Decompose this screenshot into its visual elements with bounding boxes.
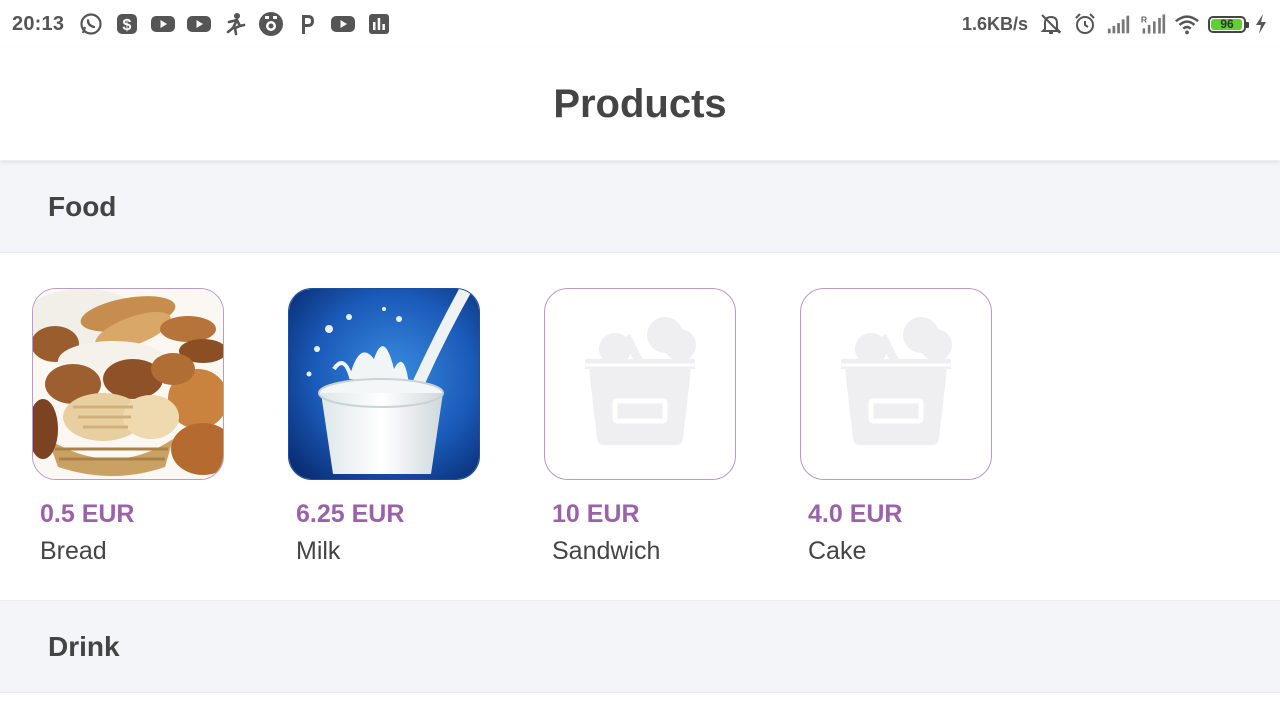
battery-level: 96 bbox=[1220, 16, 1234, 31]
fitness-icon bbox=[222, 11, 248, 37]
status-bar-right: 1.6KB/s R 96 bbox=[962, 11, 1280, 37]
product-name: Bread bbox=[40, 537, 107, 565]
product-card-sandwich[interactable]: 10 EUR Sandwich bbox=[544, 288, 736, 566]
stats-icon bbox=[366, 11, 392, 37]
product-image-sandwich[interactable] bbox=[544, 288, 736, 480]
mute-icon bbox=[1038, 11, 1064, 37]
section-title: Food bbox=[48, 190, 117, 222]
camera-icon bbox=[258, 11, 284, 37]
product-list: 0.5 EUR Bread 6.25 EUR Milk 10 EUR Sandw… bbox=[0, 254, 1280, 600]
placeholder-basket-icon bbox=[585, 317, 696, 445]
youtube-icon bbox=[150, 11, 176, 37]
product-price: 0.5 EUR bbox=[40, 500, 135, 528]
product-price: 10 EUR bbox=[552, 500, 640, 528]
product-name: Sandwich bbox=[552, 537, 661, 565]
product-image-bread[interactable] bbox=[32, 288, 224, 480]
svg-text:R: R bbox=[1141, 14, 1148, 24]
section-header-drink: Drink bbox=[0, 600, 1280, 693]
charging-bolt-icon bbox=[1254, 11, 1268, 37]
wifi-icon bbox=[1174, 11, 1200, 37]
section-header-food: Food bbox=[0, 161, 1280, 253]
network-speed: 1.6KB/s bbox=[961, 13, 1028, 34]
product-price: 4.0 EUR bbox=[808, 500, 903, 528]
youtube-icon bbox=[186, 11, 212, 37]
page-title: Products bbox=[553, 81, 727, 126]
status-bar: 20:13 $ 1.6KB/s R 96 bbox=[0, 0, 1280, 48]
placeholder-basket-icon bbox=[841, 317, 952, 445]
app-bar: Products bbox=[0, 48, 1280, 160]
product-name: Milk bbox=[296, 537, 341, 565]
product-image-milk[interactable] bbox=[288, 288, 480, 480]
product-image-cake[interactable] bbox=[800, 288, 992, 480]
product-card-cake[interactable]: 4.0 EUR Cake bbox=[800, 288, 992, 566]
product-name: Cake bbox=[808, 537, 867, 565]
svg-text:$: $ bbox=[123, 17, 132, 34]
status-bar-left: 20:13 $ bbox=[0, 11, 392, 37]
signal-icon bbox=[1106, 11, 1132, 37]
dollar-app-icon: $ bbox=[114, 11, 140, 37]
whatsapp-icon bbox=[78, 11, 104, 37]
product-card-bread[interactable]: 0.5 EUR Bread bbox=[32, 288, 224, 566]
youtube-icon bbox=[330, 11, 356, 37]
status-time: 20:13 bbox=[12, 12, 65, 35]
paypal-icon bbox=[294, 11, 320, 37]
product-price: 6.25 EUR bbox=[296, 500, 405, 528]
product-card-milk[interactable]: 6.25 EUR Milk bbox=[288, 288, 480, 566]
content-continuation bbox=[0, 693, 1280, 720]
roaming-signal-icon: R bbox=[1140, 11, 1166, 37]
alarm-icon bbox=[1072, 11, 1098, 37]
battery-indicator: 96 bbox=[1208, 15, 1249, 33]
section-title: Drink bbox=[48, 630, 120, 662]
